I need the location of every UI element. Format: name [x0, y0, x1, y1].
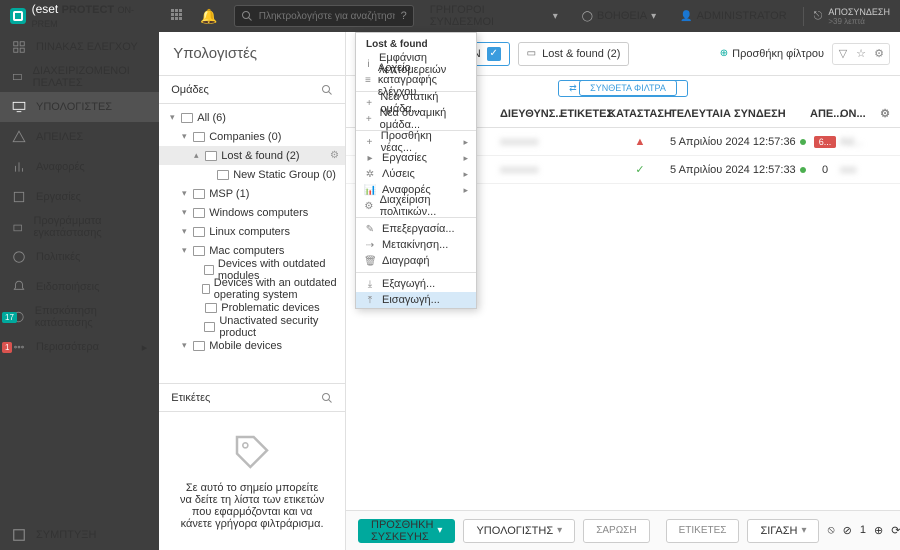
- logout[interactable]: ⎋ ΑΠΟΣΥΝΔΕΣΗ>39 λεπτά: [803, 7, 890, 26]
- footer: ΠΡΟΣΘΗΚΗ ΣΥΣΚΕΥΗΣ ▾ ΥΠΟΛΟΓΙΣΤΗΣ ▾ ΣΑΡΩΣΗ…: [346, 510, 900, 550]
- search-icon[interactable]: [321, 392, 333, 404]
- prev-page-icon[interactable]: ⊘: [843, 524, 852, 537]
- tree-item[interactable]: ▾Linux computers: [159, 222, 345, 241]
- logo-text: (eset PROTECT ON-PREM: [32, 2, 157, 30]
- filter-tools: ▽ ☆ ⚙: [832, 43, 890, 65]
- sidebar-item-computers[interactable]: ΥΠΟΛΟΓΙΣΤΕΣ: [0, 92, 159, 122]
- panel-title: Υπολογιστές: [159, 32, 345, 76]
- menu-item[interactable]: +Νέα δυναμική ομάδα...: [356, 111, 476, 127]
- tags-header: Ετικέτες: [159, 384, 345, 412]
- refresh-icon[interactable]: ⟳: [891, 524, 900, 537]
- tag-icon: [232, 432, 272, 472]
- sidebar-item-installers[interactable]: Προγράμματα εγκατάστασης: [0, 212, 159, 242]
- topbar: (eset PROTECT ON-PREM 🔔 ? ΓΡΗΓΟΡΟΙ ΣΥΝΔΕ…: [0, 0, 900, 32]
- sidebar-item-more[interactable]: 1Περισσότερα ▸: [0, 332, 159, 362]
- menu-item[interactable]: +Προσθήκη νέας...▸: [356, 134, 476, 150]
- menu-item: 🗑Διαγραφή: [356, 253, 476, 269]
- tags-button[interactable]: ΕΤΙΚΕΤΕΣ: [666, 519, 740, 543]
- scan-button[interactable]: ΣΑΡΩΣΗ: [583, 519, 649, 543]
- group-tree: ▾All (6)▾Companies (0)▴Lost & found (2)⚙…: [159, 104, 345, 359]
- gear-icon[interactable]: ⚙: [871, 46, 887, 62]
- sidebar-item-threats[interactable]: ΑΠΕΙΛΕΣ: [0, 122, 159, 152]
- gear-icon[interactable]: ⚙: [870, 107, 900, 120]
- logo-icon: [10, 8, 26, 24]
- sidebar-item-clients[interactable]: ΔΙΑΧΕΙΡΙΖΟΜΕΝΟΙ ΠΕΛΑΤΕΣ: [0, 62, 159, 92]
- first-page-icon[interactable]: ⦸: [827, 524, 834, 537]
- tree-item[interactable]: Unactivated security product: [159, 317, 345, 336]
- tree-item[interactable]: ▾MSP (1): [159, 184, 345, 203]
- groups-header: Ομάδες: [159, 76, 345, 104]
- funnel-icon[interactable]: ▽: [835, 46, 851, 62]
- search-icon[interactable]: [321, 84, 333, 96]
- tree-item[interactable]: ▾Companies (0): [159, 127, 345, 146]
- tree-item[interactable]: New Static Group (0): [159, 165, 345, 184]
- admin-link[interactable]: 👤 ADMINISTRATOR: [672, 10, 795, 22]
- menu-item[interactable]: ⚙Διαχείριση πολιτικών...: [356, 198, 476, 214]
- sidebar: ΠΙΝΑΚΑΣ ΕΛΕΓΧΟΥΔΙΑΧΕΙΡΙΖΟΜΕΝΟΙ ΠΕΛΑΤΕΣΥΠ…: [0, 32, 159, 550]
- lostfound-chip[interactable]: ▭ Lost & found (2): [518, 42, 630, 66]
- apps-icon[interactable]: [171, 9, 185, 23]
- add-device-button[interactable]: ΠΡΟΣΘΗΚΗ ΣΥΣΚΕΥΗΣ ▾: [358, 519, 455, 543]
- next-page-icon[interactable]: ⊕: [874, 524, 883, 537]
- sidebar-item-tasks[interactable]: Εργασίες: [0, 182, 159, 212]
- search-input[interactable]: [259, 11, 395, 22]
- page-number: 1: [860, 524, 866, 537]
- tree-item[interactable]: ▾Windows computers: [159, 203, 345, 222]
- tags-empty: Σε αυτό το σημείο μπορείτε να δείτε τη λ…: [159, 412, 345, 550]
- menu-item[interactable]: ✎Επεξεργασία...: [356, 221, 476, 237]
- search-box[interactable]: ?: [234, 5, 414, 27]
- menu-item[interactable]: ✲Λύσεις▸: [356, 166, 476, 182]
- menu-item[interactable]: ⤒Εισαγωγή...: [356, 292, 476, 308]
- menu-item[interactable]: ≡Αρχείο καταγραφής ελέγχου: [356, 72, 476, 88]
- computers-button[interactable]: ΥΠΟΛΟΓΙΣΤΗΣ ▾: [463, 519, 575, 543]
- advanced-filter[interactable]: ⇄ ΣΥΝΘΕΤΑ ΦΙΛΤΡΑ: [558, 80, 688, 97]
- menu-item[interactable]: ⤓Εξαγωγή...: [356, 276, 476, 292]
- tree-item[interactable]: ▾All (6): [159, 108, 345, 127]
- bell-icon[interactable]: 🔔: [200, 8, 217, 25]
- tree-item[interactable]: ▾Mobile devices: [159, 336, 345, 355]
- context-menu: Lost & found iΕμφάνιση λεπτομερειών≡Αρχε…: [355, 32, 477, 309]
- help-link[interactable]: ◯ ΒΟΗΘΕΙΑ ▾: [574, 10, 664, 22]
- search-icon: [241, 10, 253, 22]
- sidebar-item-status[interactable]: 17Επισκόπηση κατάστασης: [0, 302, 159, 332]
- tree-item[interactable]: ▴Lost & found (2)⚙: [159, 146, 345, 165]
- quick-links[interactable]: ΓΡΗΓΟΡΟΙ ΣΥΝΔΕΣΜΟΙ ▾: [422, 4, 566, 28]
- help-icon[interactable]: ?: [401, 10, 407, 22]
- preset-icon[interactable]: ☆: [853, 46, 869, 62]
- collapse-button[interactable]: ΣΥΜΠΤΥΞΗ: [0, 520, 159, 550]
- sidebar-item-policies[interactable]: Πολιτικές: [0, 242, 159, 272]
- sidebar-item-notifications[interactable]: Ειδοποιήσεις: [0, 272, 159, 302]
- logo: (eset PROTECT ON-PREM: [10, 2, 157, 30]
- sidebar-item-dashboard[interactable]: ΠΙΝΑΚΑΣ ΕΛΕΓΧΟΥ: [0, 32, 159, 62]
- tree-item[interactable]: Devices with an outdated operating syste…: [159, 279, 345, 298]
- menu-item: ⇢Μετακίνηση...: [356, 237, 476, 253]
- mute-button[interactable]: ΣΙΓΑΣΗ ▾: [747, 519, 819, 543]
- menu-item[interactable]: ▸Εργασίες▸: [356, 150, 476, 166]
- groups-panel: Υπολογιστές Ομάδες ▾All (6)▾Companies (0…: [159, 32, 346, 550]
- sidebar-item-reports[interactable]: Αναφορές: [0, 152, 159, 182]
- add-filter[interactable]: ⊕ Προσθήκη φίλτρου: [720, 48, 824, 60]
